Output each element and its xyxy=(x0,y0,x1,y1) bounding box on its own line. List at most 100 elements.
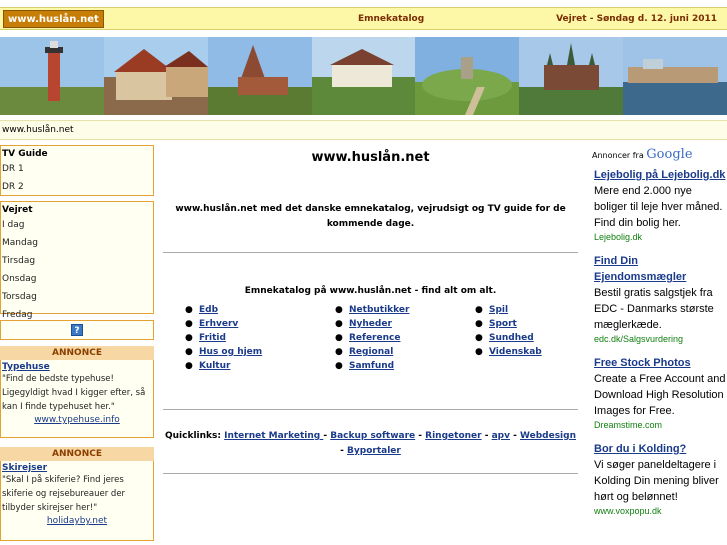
tv-guide-box: TV Guide DR 1 DR 2 xyxy=(0,145,154,196)
ad-title-link[interactable]: Lejebolig på Lejebolig.dk xyxy=(594,167,727,183)
quicklink[interactable]: apv xyxy=(492,431,510,441)
category-item: ● Hus og hjem xyxy=(185,347,263,357)
divider xyxy=(163,252,578,253)
category-link[interactable]: Nyheder xyxy=(349,319,392,329)
help-icon-box: ? xyxy=(0,320,154,340)
category-item: ● Nyheder xyxy=(335,319,392,329)
google-ad: Bor du i Kolding? Vi søger paneldeltager… xyxy=(588,441,727,517)
category-link[interactable]: Videnskab xyxy=(489,347,542,357)
category-link[interactable]: Erhverv xyxy=(199,319,238,329)
category-item: ● Samfund xyxy=(335,361,395,371)
weather-day-link[interactable]: Tirsdag xyxy=(1,253,153,271)
top-bar: www.huslån.net Emnekatalog Vejret - Sønd… xyxy=(0,7,727,30)
timber-house-photo xyxy=(103,37,208,115)
manor-photo xyxy=(311,37,416,115)
ad-title-link[interactable]: Find Din Ejendomsmægler xyxy=(594,253,727,285)
category-link[interactable]: Sport xyxy=(489,319,517,329)
catalog-title[interactable]: Emnekatalog xyxy=(358,8,424,30)
category-link[interactable]: Reference xyxy=(349,333,400,343)
annonce-label: ANNONCE xyxy=(0,447,154,461)
ad-description: Create a Free Account and Download High … xyxy=(594,373,726,417)
category-item: ● Netbutikker xyxy=(335,305,410,315)
category-item: ● Sport xyxy=(475,319,517,329)
ad-url-link[interactable]: edc.dk/Salgsvurdering xyxy=(594,333,727,345)
annonce-label: ANNONCE xyxy=(0,346,154,360)
castle-photo xyxy=(519,37,624,115)
category-link[interactable]: Samfund xyxy=(349,361,394,371)
tv-guide-item-dr2[interactable]: DR 2 xyxy=(1,179,153,197)
tower-hill-photo xyxy=(415,37,520,115)
category-item: ● Fritid xyxy=(185,333,226,343)
google-ads: Annoncer fra Google Lejebolig på Lejebol… xyxy=(588,145,727,517)
church-photo xyxy=(207,37,312,115)
category-item: ● Erhverv xyxy=(185,319,239,329)
category-link[interactable]: Regional xyxy=(349,347,393,357)
quicklink[interactable]: Ringetoner xyxy=(425,431,481,441)
category-link[interactable]: Spil xyxy=(489,305,508,315)
site-logo[interactable]: www.huslån.net xyxy=(3,10,104,28)
photo-banner xyxy=(0,37,727,115)
divider xyxy=(163,409,578,410)
intro-text: www.huslån.net med det danske emnekatalo… xyxy=(175,204,566,229)
google-logo: Google xyxy=(646,147,693,162)
harbor-photo xyxy=(623,37,727,115)
tv-guide-item-dr1[interactable]: DR 1 xyxy=(1,161,153,179)
weather-day-link[interactable]: Onsdag xyxy=(1,271,153,289)
tv-guide-heading: TV Guide xyxy=(2,149,48,159)
category-link[interactable]: Kultur xyxy=(199,361,230,371)
ad-description: Bestil gratis salgstjek fra EDC - Danmar… xyxy=(594,287,714,331)
ad-title-link[interactable]: Bor du i Kolding? xyxy=(594,441,727,457)
category-link[interactable]: Sundhed xyxy=(489,333,534,343)
google-ad: Find Din Ejendomsmægler Bestil gratis sa… xyxy=(588,253,727,345)
catalog-heading: Emnekatalog på www.huslån.net - find alt… xyxy=(244,286,497,296)
ad-url-link[interactable]: Lejebolig.dk xyxy=(594,231,727,243)
category-item: ● Reference xyxy=(335,333,401,343)
quicklinks-label: Quicklinks: xyxy=(164,431,221,441)
ad-description: "Find de bedste typehuse! Ligegyldigt hv… xyxy=(2,374,146,412)
google-ad: Lejebolig på Lejebolig.dk Mere end 2.000… xyxy=(588,167,727,243)
category-link[interactable]: Netbutikker xyxy=(349,305,409,315)
ad-url-link[interactable]: Dreamstime.com xyxy=(594,419,727,431)
quicklink[interactable]: Internet Marketing xyxy=(224,431,323,441)
category-grid: ● Edb ● Netbutikker ● Spil ● Erhverv ● Nyhede… xyxy=(185,303,578,373)
category-item: ● Regional xyxy=(335,347,394,357)
lighthouse-photo xyxy=(0,37,104,115)
quicklink[interactable]: Backup software xyxy=(330,431,415,441)
ad-url-link[interactable]: holidayby.net xyxy=(2,516,152,526)
quicklink[interactable]: Webdesign xyxy=(520,431,576,441)
ad-description: Vi søger paneldeltagere i Kolding Din me… xyxy=(594,459,719,503)
ad-description: Mere end 2.000 nye boliger til leje hver… xyxy=(594,185,723,229)
weather-day-link[interactable]: I dag xyxy=(1,217,153,235)
category-link[interactable]: Edb xyxy=(199,305,218,315)
ad-title-link[interactable]: Skirejser xyxy=(2,463,152,473)
help-icon[interactable]: ? xyxy=(71,324,83,336)
category-item: ● Spil xyxy=(475,305,509,315)
category-item: ● Sundhed xyxy=(475,333,534,343)
quicklink[interactable]: Byportaler xyxy=(347,446,401,456)
main-content: www.huslån.net www.huslån.net med det da… xyxy=(163,145,578,474)
weather-box: Vejret I dag Mandag Tirsdag Onsdag Torsd… xyxy=(0,201,154,320)
ads-by-google-label[interactable]: Annoncer fra Google xyxy=(588,147,727,163)
weather-date[interactable]: Vejret - Søndag d. 12. juni 2011 xyxy=(556,8,717,30)
category-item: ● Edb xyxy=(185,305,219,315)
category-link[interactable]: Hus og hjem xyxy=(199,347,262,357)
google-ad: Free Stock Photos Create a Free Account … xyxy=(588,355,727,431)
ads-label-prefix: Annoncer fra xyxy=(592,151,644,160)
divider xyxy=(163,473,578,474)
ad-url-link[interactable]: www.typehuse.info xyxy=(2,415,152,425)
ad-title-link[interactable]: Typehuse xyxy=(2,362,152,372)
category-link[interactable]: Fritid xyxy=(199,333,226,343)
url-breadcrumb[interactable]: www.huslån.net xyxy=(0,120,727,140)
category-item: ● Kultur xyxy=(185,361,231,371)
category-item: ● Videnskab xyxy=(475,347,542,357)
page-title: www.huslån.net xyxy=(311,150,430,165)
weather-heading: Vejret xyxy=(2,205,33,215)
quicklinks: Quicklinks: Internet Marketing - Backup … xyxy=(164,431,576,456)
weather-day-link[interactable]: Mandag xyxy=(1,235,153,253)
weather-day-link[interactable]: Torsdag xyxy=(1,289,153,307)
ad-title-link[interactable]: Free Stock Photos xyxy=(594,355,727,371)
ad-description: "Skal I på skiferie? Find jeres skiferie… xyxy=(2,475,126,513)
typehuse-ad: Typehuse "Find de bedste typehuse! Ligeg… xyxy=(0,360,154,438)
skirejser-ad: Skirejser "Skal I på skiferie? Find jere… xyxy=(0,461,154,541)
ad-url-link[interactable]: www.voxpopu.dk xyxy=(594,505,727,517)
